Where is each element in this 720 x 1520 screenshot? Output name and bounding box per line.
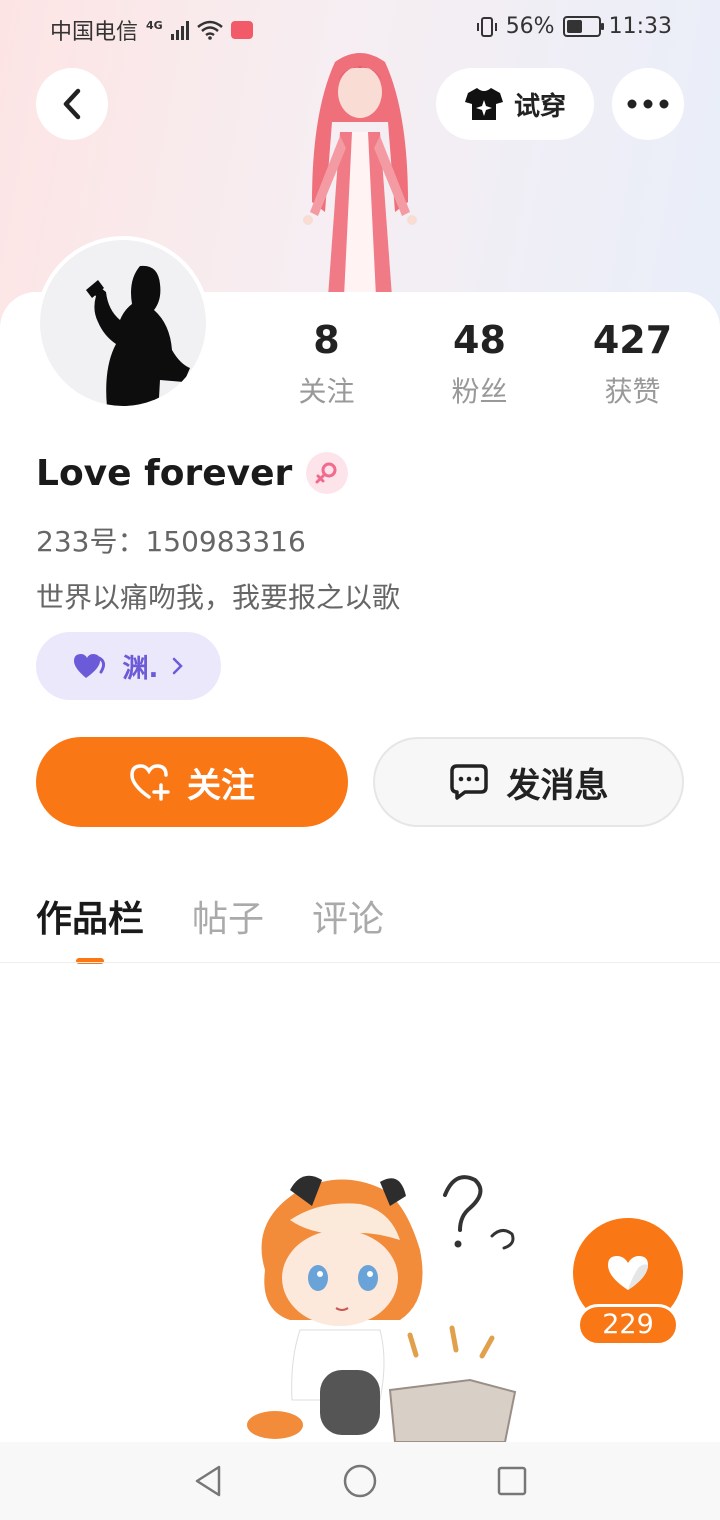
heart-badge-icon (73, 654, 105, 678)
status-bar: 中国电信 4G 56% 11:33 (0, 0, 720, 56)
female-icon (306, 452, 349, 494)
profile-name: Love forever (36, 452, 293, 494)
empty-state-illustration (230, 1160, 520, 1443)
fan-group-tag[interactable]: 渊. (36, 632, 221, 700)
network-type: 4G (146, 18, 163, 32)
profile-tabs: 作品栏 帖子 评论 (36, 890, 384, 964)
stat-label: 粉丝 (451, 375, 508, 408)
carrier-name: 中国电信 (50, 20, 139, 45)
heart-icon (608, 1256, 648, 1290)
name-row: Love forever (36, 452, 349, 494)
signal-icon (170, 20, 189, 40)
nav-back-icon[interactable] (193, 1464, 223, 1498)
back-button[interactable] (36, 68, 108, 140)
heart-plus-icon (130, 764, 170, 801)
stat-label: 关注 (298, 375, 355, 408)
wifi-icon (196, 20, 223, 40)
chevron-right-icon (173, 657, 184, 675)
follow-label: 关注 (187, 765, 255, 806)
avatar[interactable] (36, 236, 210, 410)
stat-likes[interactable]: 427 获赞 (556, 318, 709, 410)
tab-posts[interactable]: 帖子 (192, 890, 264, 942)
stat-followers[interactable]: 48 粉丝 (403, 318, 556, 410)
stat-value: 8 (313, 318, 340, 362)
app-notification-icon (230, 21, 253, 39)
try-on-button[interactable]: 试穿 (436, 68, 594, 140)
avatar-3d-character (280, 52, 440, 297)
tab-comments[interactable]: 评论 (312, 890, 384, 942)
clock-time: 11:33 (608, 14, 672, 39)
follow-button[interactable]: 关注 (36, 737, 348, 827)
stat-value: 427 (592, 318, 673, 362)
battery-icon (562, 16, 604, 37)
stat-label: 获赞 (604, 375, 661, 408)
vibrate-icon (476, 16, 497, 37)
send-message-label: 发消息 (506, 765, 609, 806)
user-id: 233号：150983316 (36, 525, 306, 558)
like-count: 229 (577, 1304, 679, 1346)
send-message-button[interactable]: 发消息 (373, 737, 684, 827)
like-float-button[interactable]: 229 (573, 1218, 683, 1350)
profile-stats: 8 关注 48 粉丝 427 获赞 (250, 318, 720, 410)
chat-bubble-icon (449, 764, 488, 800)
nav-recents-icon[interactable] (497, 1466, 527, 1496)
tab-divider (0, 962, 720, 963)
battery-percent: 56% (505, 14, 555, 39)
tab-works[interactable]: 作品栏 (36, 890, 144, 964)
more-dots-icon (627, 99, 669, 109)
nav-home-icon[interactable] (343, 1464, 377, 1498)
fan-group-label: 渊. (122, 653, 159, 684)
profile-bio: 世界以痛吻我，我要报之以歌 (36, 581, 401, 614)
tshirt-icon (464, 88, 503, 120)
system-nav-bar (0, 1442, 720, 1520)
more-button[interactable] (612, 68, 684, 140)
chevron-left-icon (63, 88, 81, 120)
stat-value: 48 (453, 318, 506, 362)
stat-following[interactable]: 8 关注 (250, 318, 403, 410)
try-on-label: 试穿 (513, 91, 566, 122)
